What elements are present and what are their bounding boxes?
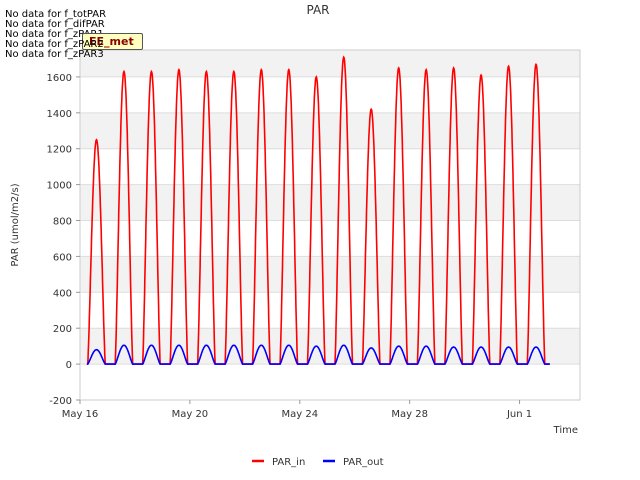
- par-chart: -200 0 200 400 600 800 1000 1200 1400 1600 May 16…: [10, 3, 581, 468]
- y-tick-label: 400: [53, 288, 72, 299]
- y-tick-label: -200: [49, 396, 72, 407]
- background-bands: [80, 50, 580, 365]
- y-tick-label: 1200: [47, 145, 72, 156]
- y-tick-label: 600: [53, 252, 72, 263]
- x-tick-label: May 24: [281, 409, 318, 420]
- background-band: [80, 50, 580, 77]
- legend-label: PAR_in: [272, 457, 305, 468]
- y-tick-label: 1000: [47, 181, 72, 192]
- y-tick-label: 200: [53, 324, 72, 335]
- y-tick-label: 800: [53, 217, 72, 228]
- x-axis-label: Time: [553, 425, 578, 436]
- x-tick-label: May 28: [391, 409, 428, 420]
- y-tick-label: 1600: [47, 73, 72, 84]
- chart-title: PAR: [306, 3, 329, 17]
- chart-figure: -200 0 200 400 600 800 1000 1200 1400 1600 May 16…: [0, 0, 640, 480]
- background-band: [80, 256, 580, 293]
- y-ticks: -200 0 200 400 600 800 1000 1200 1400 1600: [47, 73, 80, 407]
- x-tick-label: Jun 1: [506, 409, 532, 420]
- y-tick-label: 0: [66, 360, 72, 371]
- x-ticks: May 16 May 20 May 24 May 28 Jun 1: [62, 400, 532, 420]
- legend: PAR_in PAR_out: [252, 457, 384, 468]
- background-band: [80, 328, 580, 365]
- y-tick-label: 1400: [47, 109, 72, 120]
- no-data-note: No data for f_zPAR3: [5, 49, 104, 60]
- x-tick-label: May 20: [172, 409, 209, 420]
- y-axis-label: PAR (umol/m2/s): [10, 183, 21, 266]
- x-tick-label: May 16: [62, 409, 99, 420]
- background-band: [80, 184, 580, 221]
- legend-label: PAR_out: [343, 457, 384, 468]
